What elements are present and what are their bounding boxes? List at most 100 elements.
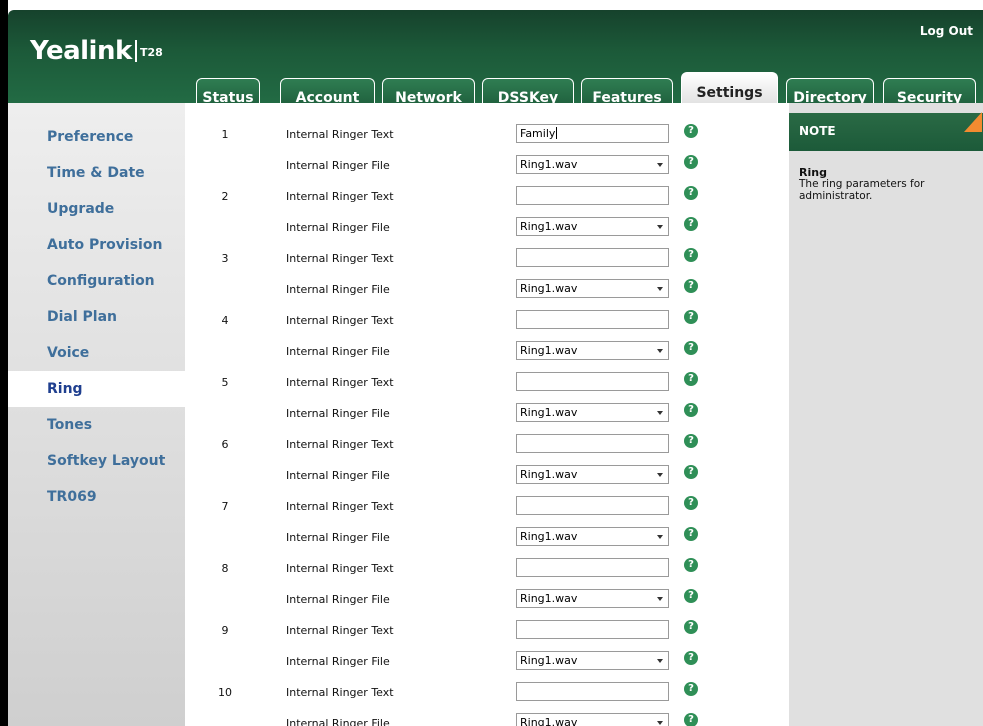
internal-ringer-file-select[interactable]: Ring1.wav: [516, 403, 669, 422]
help-icon[interactable]: ?: [684, 465, 698, 479]
internal-ringer-text-label: Internal Ringer Text: [286, 128, 394, 141]
ringer-index: 6: [221, 438, 229, 451]
sidebar-item-tones[interactable]: Tones: [8, 407, 185, 443]
internal-ringer-file-select[interactable]: Ring1.wav: [516, 465, 669, 484]
internal-ringer-text-label: Internal Ringer Text: [286, 624, 394, 637]
text-cursor: [556, 127, 558, 139]
help-icon[interactable]: ?: [684, 651, 698, 665]
ringer-index: 10: [218, 686, 232, 699]
sidebar-item-voice[interactable]: Voice: [8, 335, 185, 371]
sidebar: Preference Time & Date Upgrade Auto Prov…: [8, 103, 185, 726]
internal-ringer-text-label: Internal Ringer Text: [286, 314, 394, 327]
chevron-down-icon: [657, 473, 663, 477]
help-icon[interactable]: ?: [684, 310, 698, 324]
internal-ringer-file-select[interactable]: Ring1.wav: [516, 217, 669, 236]
select-value: Ring1.wav: [520, 468, 578, 481]
help-icon[interactable]: ?: [684, 155, 698, 169]
ringer-index: 4: [221, 314, 229, 327]
sidebar-item-auto-provision[interactable]: Auto Provision: [8, 227, 185, 263]
internal-ringer-file-select[interactable]: Ring1.wav: [516, 341, 669, 360]
internal-ringer-file-select[interactable]: Ring1.wav: [516, 155, 669, 174]
internal-ringer-text-label: Internal Ringer Text: [286, 190, 394, 203]
ringer-index: 1: [221, 128, 229, 141]
internal-ringer-text-input[interactable]: [516, 620, 669, 639]
sidebar-item-dial-plan[interactable]: Dial Plan: [8, 299, 185, 335]
internal-ringer-text-input[interactable]: [516, 248, 669, 267]
ringer-index: 9: [221, 624, 229, 637]
sidebar-item-tr069[interactable]: TR069: [8, 479, 185, 515]
help-icon[interactable]: ?: [684, 713, 698, 726]
internal-ringer-text-label: Internal Ringer Text: [286, 252, 394, 265]
note-description: The ring parameters for administrator.: [799, 178, 925, 202]
internal-ringer-file-label: Internal Ringer File: [286, 221, 390, 234]
sidebar-item-configuration[interactable]: Configuration: [8, 263, 185, 299]
header-bar: Yealink T28 Log Out Status Account Netwo…: [8, 10, 983, 113]
chevron-down-icon: [657, 225, 663, 229]
internal-ringer-text-input[interactable]: [516, 434, 669, 453]
select-value: Ring1.wav: [520, 530, 578, 543]
help-icon[interactable]: ?: [684, 217, 698, 231]
internal-ringer-text-input[interactable]: [516, 682, 669, 701]
ringer-index: 2: [221, 190, 229, 203]
note-corner-icon: [964, 112, 982, 132]
select-value: Ring1.wav: [520, 406, 578, 419]
internal-ringer-file-label: Internal Ringer File: [286, 159, 390, 172]
select-value: Ring1.wav: [520, 344, 578, 357]
internal-ringer-file-label: Internal Ringer File: [286, 469, 390, 482]
internal-ringer-file-select[interactable]: Ring1.wav: [516, 589, 669, 608]
help-icon[interactable]: ?: [684, 124, 698, 138]
chevron-down-icon: [657, 659, 663, 663]
sidebar-item-ring[interactable]: Ring: [8, 371, 185, 407]
web-ui-frame: Yealink T28 Log Out Status Account Netwo…: [0, 0, 983, 726]
sidebar-item-upgrade[interactable]: Upgrade: [8, 191, 185, 227]
select-value: Ring1.wav: [520, 158, 578, 171]
ringer-index: 3: [221, 252, 229, 265]
internal-ringer-file-label: Internal Ringer File: [286, 531, 390, 544]
internal-ringer-file-select[interactable]: Ring1.wav: [516, 527, 669, 546]
chevron-down-icon: [657, 597, 663, 601]
help-icon[interactable]: ?: [684, 558, 698, 572]
sidebar-item-time-date[interactable]: Time & Date: [8, 155, 185, 191]
help-icon[interactable]: ?: [684, 248, 698, 262]
chevron-down-icon: [657, 163, 663, 167]
yealink-logo: Yealink: [30, 36, 132, 66]
help-icon[interactable]: ?: [684, 620, 698, 634]
internal-ringer-text-input[interactable]: [516, 558, 669, 577]
ringer-index: 7: [221, 500, 229, 513]
help-icon[interactable]: ?: [684, 434, 698, 448]
internal-ringer-text-input[interactable]: [516, 372, 669, 391]
chevron-down-icon: [657, 349, 663, 353]
help-icon[interactable]: ?: [684, 589, 698, 603]
help-icon[interactable]: ?: [684, 372, 698, 386]
sidebar-item-softkey-layout[interactable]: Softkey Layout: [8, 443, 185, 479]
internal-ringer-file-label: Internal Ringer File: [286, 345, 390, 358]
internal-ringer-file-label: Internal Ringer File: [286, 717, 390, 726]
help-icon[interactable]: ?: [684, 186, 698, 200]
note-header: NOTE: [789, 112, 983, 151]
internal-ringer-text-input[interactable]: [516, 496, 669, 515]
ring-settings-panel: 1 Internal Ringer Text Family ? Internal…: [185, 103, 789, 726]
chevron-down-icon: [657, 535, 663, 539]
note-title: NOTE: [799, 124, 836, 138]
help-icon[interactable]: ?: [684, 403, 698, 417]
internal-ringer-file-label: Internal Ringer File: [286, 655, 390, 668]
help-icon[interactable]: ?: [684, 341, 698, 355]
help-icon[interactable]: ?: [684, 527, 698, 541]
internal-ringer-text-label: Internal Ringer Text: [286, 438, 394, 451]
select-value: Ring1.wav: [520, 282, 578, 295]
help-icon[interactable]: ?: [684, 496, 698, 510]
internal-ringer-text-label: Internal Ringer Text: [286, 562, 394, 575]
logout-link[interactable]: Log Out: [920, 24, 973, 38]
internal-ringer-text-input[interactable]: Family: [516, 124, 669, 143]
internal-ringer-file-select[interactable]: Ring1.wav: [516, 279, 669, 298]
internal-ringer-file-select[interactable]: Ring1.wav: [516, 713, 669, 726]
help-icon[interactable]: ?: [684, 682, 698, 696]
internal-ringer-file-select[interactable]: Ring1.wav: [516, 651, 669, 670]
select-value: Ring1.wav: [520, 716, 578, 726]
internal-ringer-text-input[interactable]: [516, 186, 669, 205]
internal-ringer-text-input[interactable]: [516, 310, 669, 329]
ringer-index: 8: [221, 562, 229, 575]
help-icon[interactable]: ?: [684, 279, 698, 293]
sidebar-item-preference[interactable]: Preference: [8, 119, 185, 155]
note-panel: NOTE Ring The ring parameters for admini…: [789, 103, 983, 726]
